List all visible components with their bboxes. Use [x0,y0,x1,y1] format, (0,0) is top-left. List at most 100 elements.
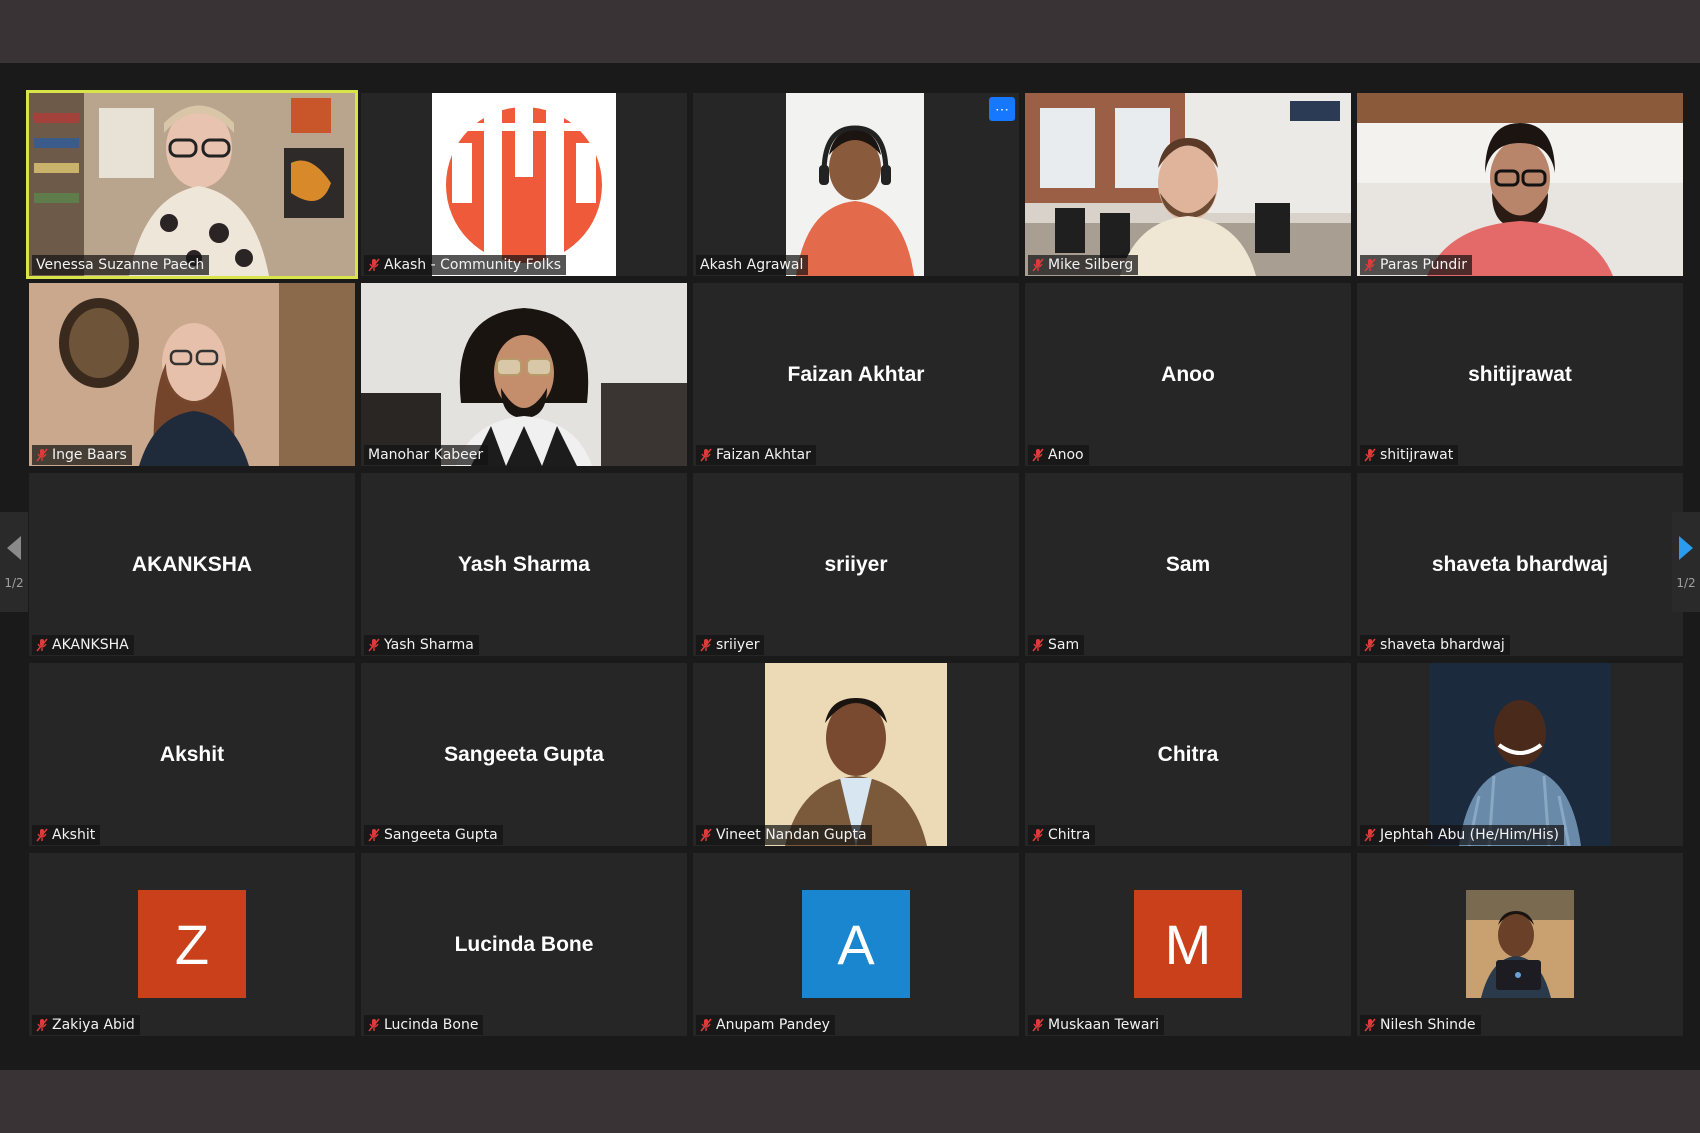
participant-display-name: shaveta bhardwaj [1431,552,1609,576]
avatar: Z [138,890,246,998]
mic-muted-icon [1032,258,1044,272]
participant-display-name: Yash Sharma [458,552,590,576]
participant-nameplate: Anupam Pandey [696,1015,835,1035]
participant-tile[interactable]: sriiyer sriiyer [693,473,1019,656]
participant-display-name: Sangeeta Gupta [444,742,604,766]
mic-muted-icon [1032,448,1044,462]
participant-display-name: Chitra [1157,742,1219,766]
participant-tile[interactable]: Akshit Akshit [29,663,355,846]
participant-nameplate: AKANKSHA [32,635,134,655]
participant-display-name: AKANKSHA [131,552,253,576]
participant-nameplate: Zakiya Abid [32,1015,140,1035]
participant-nameplate: Akash - Community Folks [364,255,567,275]
video-feed [1025,93,1351,276]
participant-tile[interactable]: Yash Sharma Yash Sharma [361,473,687,656]
participant-nameplate: Lucinda Bone [364,1015,484,1035]
participant-tile[interactable]: Lucinda Bone Lucinda Bone [361,853,687,1036]
participant-tile[interactable]: Vineet Nandan Gupta [693,663,1019,846]
previous-page-button[interactable]: 1/2 [0,512,28,612]
participant-nameplate: Chitra [1028,825,1096,845]
participant-tile[interactable]: shitijrawat shitijrawat [1357,283,1683,466]
mic-muted-icon [1364,828,1376,842]
mic-muted-icon [1364,638,1376,652]
mic-muted-icon [700,638,712,652]
participant-display-name: Faizan Akhtar [787,362,925,386]
avatar: A [802,890,910,998]
profile-photo [765,663,947,846]
participant-nameplate: Sangeeta Gupta [364,825,503,845]
mic-muted-icon [700,828,712,842]
participant-display-name: Akshit [159,742,225,766]
mic-muted-icon [700,448,712,462]
mic-muted-icon [1032,1018,1044,1032]
participant-nameplate: Vineet Nandan Gupta [696,825,872,845]
page-indicator: 1/2 [1676,576,1696,590]
participant-tile[interactable]: AKANKSHA AKANKSHA [29,473,355,656]
next-page-button[interactable]: 1/2 [1672,512,1700,612]
participant-tile[interactable]: Z Zakiya Abid [29,853,355,1036]
participant-tile[interactable]: Jephtah Abu (He/Him/His) [1357,663,1683,846]
participant-nameplate: Muskaan Tewari [1028,1015,1165,1035]
ellipsis-icon: ⋯ [995,101,1009,117]
participant-nameplate: Yash Sharma [364,635,479,655]
participant-tile[interactable]: Anoo Anoo [1025,283,1351,466]
participant-nameplate: Nilesh Shinde [1360,1015,1481,1035]
mic-muted-icon [368,258,380,272]
participant-display-name: sriiyer [824,552,888,576]
participant-tile[interactable]: shaveta bhardwaj shaveta bhardwaj [1357,473,1683,656]
mic-muted-icon [1364,448,1376,462]
video-feed [1357,93,1683,276]
mic-muted-icon [36,448,48,462]
participant-tile[interactable]: Sam Sam [1025,473,1351,656]
participant-nameplate: Venessa Suzanne Paech [32,255,210,275]
mic-muted-icon [368,1018,380,1032]
mic-muted-icon [36,828,48,842]
avatar [1466,890,1574,998]
participant-tile[interactable]: Paras Pundir [1357,93,1683,276]
participant-tile[interactable]: Sangeeta Gupta Sangeeta Gupta [361,663,687,846]
avatar: M [1134,890,1242,998]
participant-tile[interactable]: Venessa Suzanne Paech [26,90,358,279]
participant-tile[interactable]: Inge Baars [29,283,355,466]
mic-muted-icon [1364,258,1376,272]
participant-nameplate: Anoo [1028,445,1089,465]
participant-display-name: Anoo [1161,362,1215,386]
participant-display-name: shitijrawat [1468,362,1572,386]
participant-tile[interactable]: A Anupam Pandey [693,853,1019,1036]
mic-muted-icon [1032,828,1044,842]
video-feed [361,283,687,466]
mic-muted-icon [700,1018,712,1032]
video-feed [786,93,924,276]
participant-tile[interactable]: Akash Agrawal [693,93,1019,276]
participant-nameplate: Sam [1028,635,1085,655]
participant-tile[interactable]: Akash - Community Folks [361,93,687,276]
mic-muted-icon [368,638,380,652]
participant-nameplate: sriiyer [696,635,765,655]
participant-tile[interactable]: M Muskaan Tewari [1025,853,1351,1036]
more-options-button[interactable]: ⋯ [989,97,1015,121]
participant-tile[interactable]: Nilesh Shinde [1357,853,1683,1036]
mic-muted-icon [368,828,380,842]
participant-nameplate: Faizan Akhtar [696,445,816,465]
community-folks-logo [432,93,616,276]
participant-display-name: Lucinda Bone [454,932,594,956]
participant-tile[interactable]: Chitra Chitra [1025,663,1351,846]
video-feed [29,93,355,276]
participant-tile[interactable]: Manohar Kabeer [361,283,687,466]
participant-tile[interactable]: Faizan Akhtar Faizan Akhtar [693,283,1019,466]
participant-tile[interactable]: Mike Silberg [1025,93,1351,276]
participant-nameplate: shaveta bhardwaj [1360,635,1510,655]
participant-nameplate: Akshit [32,825,101,845]
chevron-left-icon [7,536,21,560]
window-top-bar [0,0,1700,63]
participant-nameplate: Akash Agrawal [696,255,809,275]
participant-nameplate: shitijrawat [1360,445,1459,465]
profile-photo [1429,663,1611,846]
mic-muted-icon [1032,638,1044,652]
participant-nameplate: Jephtah Abu (He/Him/His) [1360,825,1564,845]
mic-muted-icon [36,1018,48,1032]
gallery-grid: Venessa Suzanne Paech Akash - Community … [26,90,1683,1036]
page-indicator: 1/2 [4,576,24,590]
participant-nameplate: Mike Silberg [1028,255,1139,275]
participant-nameplate: Manohar Kabeer [364,445,489,465]
